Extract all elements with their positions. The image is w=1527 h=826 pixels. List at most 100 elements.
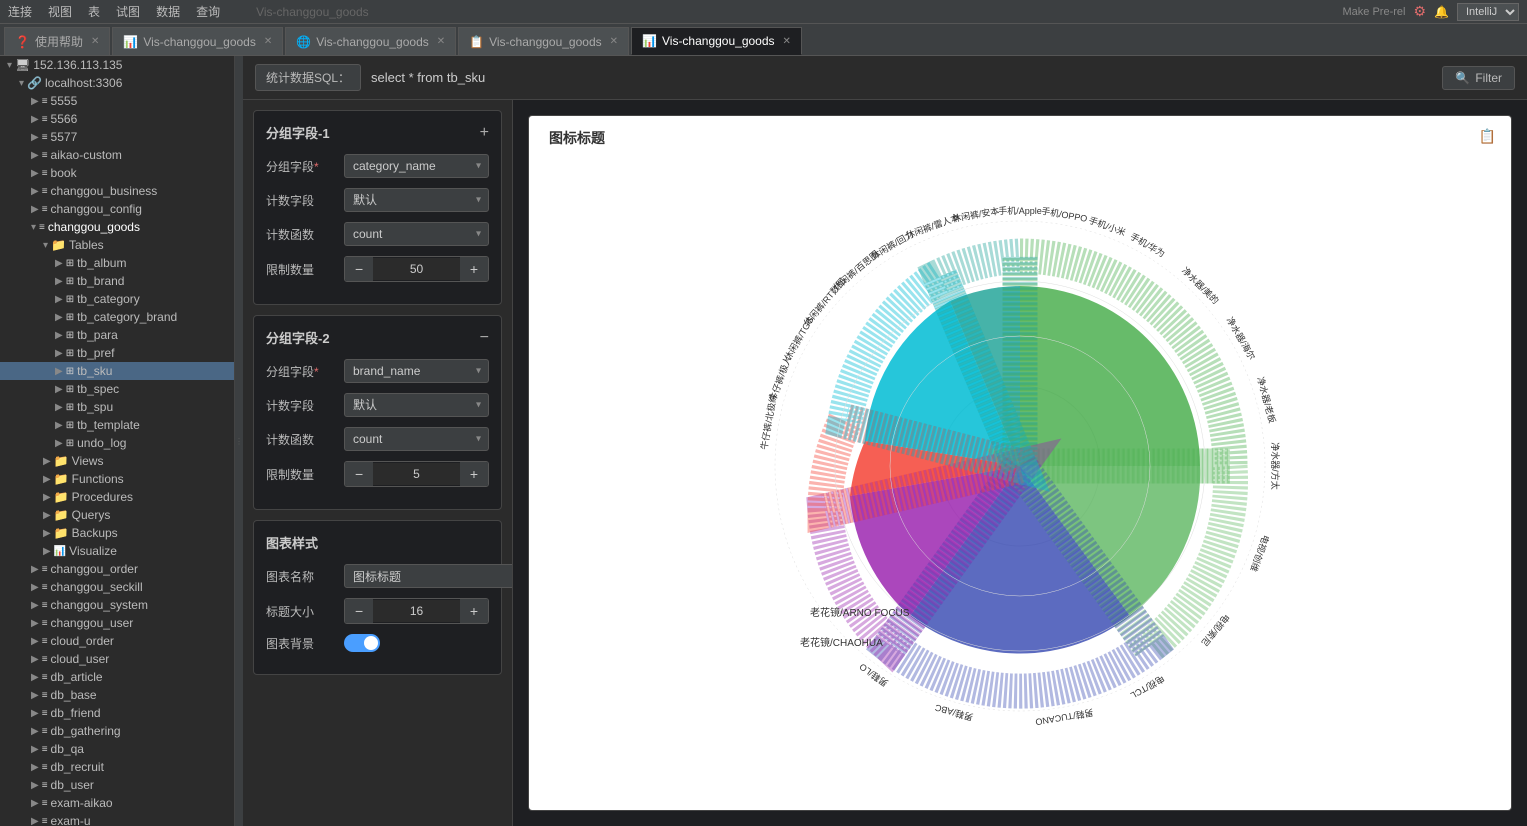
icon-tb-category: ⊞ <box>66 294 74 305</box>
section1-add-button[interactable]: + <box>480 124 489 142</box>
tree-5555[interactable]: ▶ ≡ 5555 <box>0 92 234 110</box>
menu-view[interactable]: 视图 <box>48 3 72 20</box>
tree-cg-business[interactable]: ▶ ≡ changgou_business <box>0 182 234 200</box>
tree-aikao[interactable]: ▶ ≡ aikao-custom <box>0 146 234 164</box>
tab-help[interactable]: ❓ 使用帮助 ✕ <box>4 27 110 55</box>
section1-header: 分组字段-1 + <box>266 123 489 142</box>
arrow-views: ▶ <box>43 456 51 467</box>
arrow-tb-brand: ▶ <box>55 276 63 287</box>
tab-vis3-close[interactable]: ✕ <box>610 36 618 47</box>
tree-cg-seckill[interactable]: ▶ ≡ changgou_seckill <box>0 578 234 596</box>
tree-db-base[interactable]: ▶ ≡ db_base <box>0 686 234 704</box>
title-size-minus[interactable]: − <box>345 599 373 623</box>
tree-5577[interactable]: ▶ ≡ 5577 <box>0 128 234 146</box>
arrow-tb-pref: ▶ <box>55 348 63 359</box>
svg-text:净水器/美的: 净水器/美的 <box>1180 265 1221 306</box>
sql-input[interactable] <box>371 70 1432 85</box>
tab-vis1[interactable]: 📊 Vis-changgou_goods ✕ <box>112 27 283 55</box>
tab-vis2-icon: 🌐 <box>296 35 311 49</box>
bell-icon[interactable]: 🔔 <box>1434 5 1449 19</box>
arrow-tables: ▾ <box>43 240 48 251</box>
icon-functions: 📁 <box>54 472 69 486</box>
tree-db-user[interactable]: ▶ ≡ db_user <box>0 776 234 794</box>
settings-icon[interactable]: ⚙ <box>1413 3 1426 20</box>
group2-limit-minus[interactable]: − <box>345 462 373 486</box>
tree-cg-user[interactable]: ▶ ≡ changgou_user <box>0 614 234 632</box>
tree-cg-goods[interactable]: ▾ ≡ changgou_goods <box>0 218 234 236</box>
tree-cg-order[interactable]: ▶ ≡ changgou_order <box>0 560 234 578</box>
tree-tb-spu[interactable]: ▶ ⊞ tb_spu <box>0 398 234 416</box>
select-count1-field[interactable]: 默认 id name <box>344 188 489 212</box>
select-group2-field[interactable]: brand_name category_name id name <box>344 359 489 383</box>
tree-tb-category[interactable]: ▶ ⊞ tb_category <box>0 290 234 308</box>
tree-exam-u[interactable]: ▶ ≡ exam-u <box>0 812 234 826</box>
select-wrapper-group2: brand_name category_name id name <box>344 359 489 383</box>
section2-remove-button[interactable]: − <box>480 329 489 347</box>
tab-help-close[interactable]: ✕ <box>91 36 99 47</box>
menu-trial[interactable]: 试图 <box>116 3 140 20</box>
tab-vis4-close[interactable]: ✕ <box>783 36 791 47</box>
tree-views[interactable]: ▶ 📁 Views <box>0 452 234 470</box>
filter-button[interactable]: 🔍 Filter <box>1442 66 1515 90</box>
icon-procedures: 📁 <box>54 490 69 504</box>
collapse-handle[interactable]: ⋮ <box>235 56 243 826</box>
tab-vis2-close[interactable]: ✕ <box>437 36 445 47</box>
tree-querys[interactable]: ▶ 📁 Querys <box>0 506 234 524</box>
tree-tb-template[interactable]: ▶ ⊞ tb_template <box>0 416 234 434</box>
select-count2-field[interactable]: 默认 id name <box>344 393 489 417</box>
bg-toggle[interactable] <box>344 634 380 652</box>
tree-db-qa[interactable]: ▶ ≡ db_qa <box>0 740 234 758</box>
chart-name-input[interactable] <box>344 564 513 588</box>
menu-query[interactable]: 查询 <box>196 3 220 20</box>
tree-db-article[interactable]: ▶ ≡ db_article <box>0 668 234 686</box>
tree-cg-system[interactable]: ▶ ≡ changgou_system <box>0 596 234 614</box>
tree-db-recruit[interactable]: ▶ ≡ db_recruit <box>0 758 234 776</box>
title-size-plus[interactable]: + <box>460 599 488 623</box>
menu-table[interactable]: 表 <box>88 3 100 20</box>
select-func1[interactable]: count sum avg max min <box>344 222 489 246</box>
arrow-5566: ▶ <box>31 114 39 125</box>
tree-tables-folder[interactable]: ▾ 📁 Tables <box>0 236 234 254</box>
tree-visualize[interactable]: ▶ 📊 Visualize <box>0 542 234 560</box>
menu-data[interactable]: 数据 <box>156 3 180 20</box>
tree-cg-config[interactable]: ▶ ≡ changgou_config <box>0 200 234 218</box>
icon-cg-user: ≡ <box>42 618 48 629</box>
tree-tb-para[interactable]: ▶ ⊞ tb_para <box>0 326 234 344</box>
tree-exam-aikao[interactable]: ▶ ≡ exam-aikao <box>0 794 234 812</box>
tree-functions[interactable]: ▶ 📁 Functions <box>0 470 234 488</box>
ide-select[interactable]: IntelliJ <box>1457 3 1519 21</box>
icon-visualize: 📊 <box>54 546 66 557</box>
tree-undo-log[interactable]: ▶ ⊞ undo_log <box>0 434 234 452</box>
tree-tb-album[interactable]: ▶ ⊞ tb_album <box>0 254 234 272</box>
tab-vis4[interactable]: 📊 Vis-changgou_goods ✕ <box>631 27 802 55</box>
icon-db-article: ≡ <box>42 672 48 683</box>
tree-tb-cat-brand[interactable]: ▶ ⊞ tb_category_brand <box>0 308 234 326</box>
tab-vis1-close[interactable]: ✕ <box>264 36 272 47</box>
group1-limit-minus[interactable]: − <box>345 257 373 281</box>
tree-cloud-user[interactable]: ▶ ≡ cloud_user <box>0 650 234 668</box>
group2-limit-plus[interactable]: + <box>460 462 488 486</box>
tree-db-gathering[interactable]: ▶ ≡ db_gathering <box>0 722 234 740</box>
tree-book[interactable]: ▶ ≡ book <box>0 164 234 182</box>
group1-limit-plus[interactable]: + <box>460 257 488 281</box>
tree-procedures[interactable]: ▶ 📁 Procedures <box>0 488 234 506</box>
tree-tb-sku[interactable]: ▶ ⊞ tb_sku <box>0 362 234 380</box>
tree-localhost[interactable]: ▾ 🔗 localhost:3306 <box>0 74 234 92</box>
select-func2[interactable]: count sum avg max min <box>344 427 489 451</box>
tree-cloud-order[interactable]: ▶ ≡ cloud_order <box>0 632 234 650</box>
select-group1-field[interactable]: category_name brand_name id name <box>344 154 489 178</box>
tree-backups[interactable]: ▶ 📁 Backups <box>0 524 234 542</box>
tree-root[interactable]: ▾ 🖥 152.136.113.135 <box>0 56 234 74</box>
chart-copy-icon[interactable]: 📋 <box>1479 128 1496 145</box>
arrow-db-base: ▶ <box>31 690 39 701</box>
tree-5566[interactable]: ▶ ≡ 5566 <box>0 110 234 128</box>
tab-vis3[interactable]: 📋 Vis-changgou_goods ✕ <box>458 27 629 55</box>
tree-db-friend[interactable]: ▶ ≡ db_friend <box>0 704 234 722</box>
section-group1: 分组字段-1 + 分组字段* category_name brand_name … <box>253 110 502 305</box>
tree-tb-pref[interactable]: ▶ ⊞ tb_pref <box>0 344 234 362</box>
menu-connect[interactable]: 连接 <box>8 3 32 20</box>
tree-tb-spec[interactable]: ▶ ⊞ tb_spec <box>0 380 234 398</box>
tab-vis2[interactable]: 🌐 Vis-changgou_goods ✕ <box>285 27 456 55</box>
label-tb-category: tb_category <box>77 292 140 306</box>
tree-tb-brand[interactable]: ▶ ⊞ tb_brand <box>0 272 234 290</box>
